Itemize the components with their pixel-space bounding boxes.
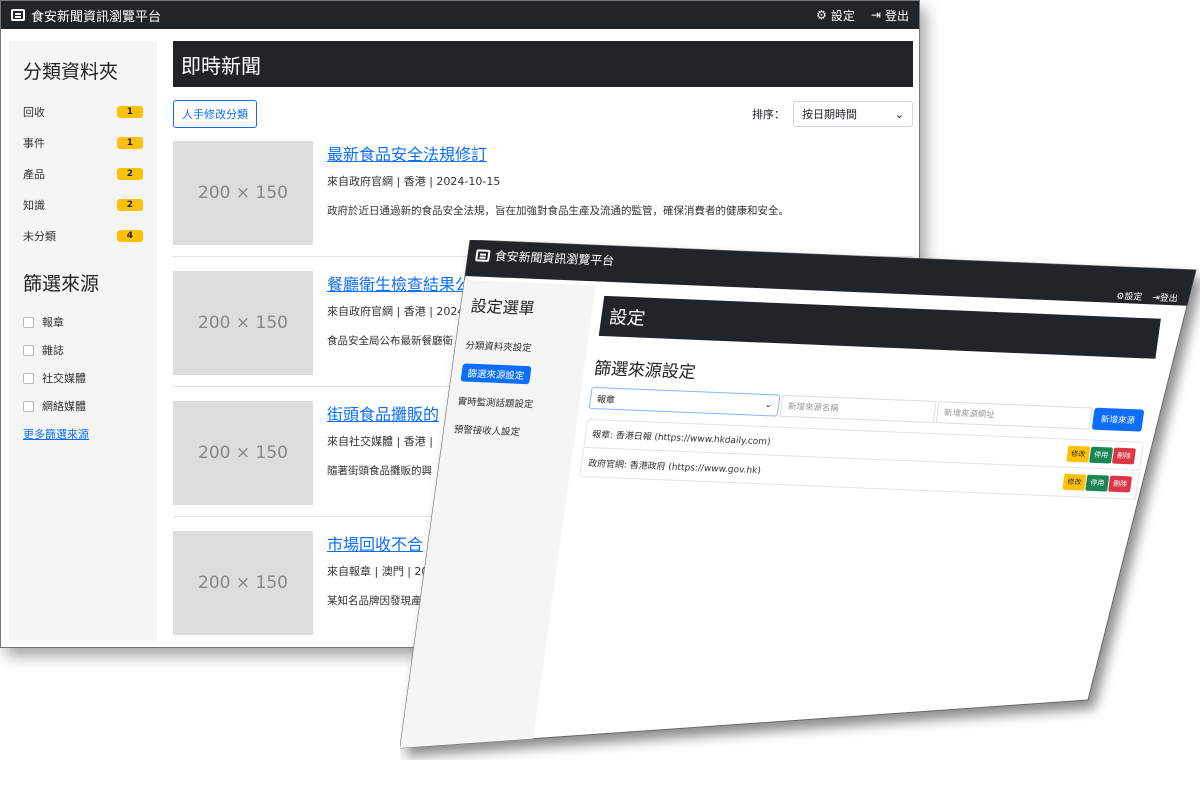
thumbnail-placeholder: 200 × 150 (173, 401, 313, 505)
top-navbar: 食安新聞資訊瀏覽平台 ⚙ 設定 ⇥ 登出 (1, 1, 919, 29)
source-list: 報章: 香港日報 (https://www.hkdaily.com) 修改 停用… (579, 418, 1144, 500)
gear-icon: ⚙ (816, 8, 827, 22)
settings-link[interactable]: ⚙設定 (1116, 289, 1144, 303)
logout-link[interactable]: ⇥ 登出 (871, 7, 909, 24)
disable-button[interactable]: 停用 (1089, 446, 1114, 464)
source-checkbox[interactable]: 雜誌 (23, 336, 143, 364)
newspaper-icon (11, 9, 25, 21)
folder-item[interactable]: 事件 1 (23, 127, 143, 158)
settings-link[interactable]: ⚙ 設定 (816, 7, 855, 24)
sidebar-item-label: 篩選來源設定 (460, 363, 532, 385)
logout-label: 登出 (884, 8, 909, 23)
source-label: 社交媒體 (42, 372, 86, 385)
settings-label: 設定 (1123, 292, 1143, 303)
sidebar-item-label: 實時監測話題設定 (456, 396, 534, 411)
disable-button[interactable]: 停用 (1085, 474, 1110, 492)
source-url-input[interactable]: 新增來源網址 (935, 401, 1093, 430)
source-label: 雜誌 (42, 344, 64, 357)
chevron-down-icon: ⌄ (894, 107, 904, 121)
sort-value: 按日期時間 (802, 108, 857, 121)
folder-label: 知識 (23, 198, 45, 212)
delete-button[interactable]: 刪除 (1108, 475, 1133, 493)
thumbnail-placeholder: 200 × 150 (173, 531, 313, 635)
source-label: 網絡媒體 (42, 400, 86, 413)
sidebar-item-source-settings[interactable]: 篩選來源設定 (460, 358, 575, 391)
folder-item[interactable]: 產品 2 (23, 158, 143, 189)
news-title-link[interactable]: 最新食品安全法規修訂 (327, 141, 789, 165)
count-badge: 2 (116, 198, 143, 211)
sidebar-item-monitor-settings[interactable]: 實時監測話題設定 (456, 386, 571, 419)
checkbox[interactable] (23, 400, 34, 412)
brand[interactable]: 食安新聞資訊瀏覽平台 (11, 6, 161, 25)
thumbnail-placeholder: 200 × 150 (173, 141, 313, 245)
source-type-select[interactable]: 報章 ⌄ (588, 386, 781, 417)
count-badge: 2 (116, 167, 143, 180)
folder-label: 未分類 (23, 229, 56, 243)
sources-heading: 篩選來源 (23, 273, 100, 295)
folder-label: 產品 (23, 167, 45, 181)
source-checkbox[interactable]: 網絡媒體 (23, 392, 143, 420)
thumbnail-placeholder: 200 × 150 (173, 271, 313, 375)
count-badge: 1 (116, 136, 143, 149)
logout-label: 登出 (1158, 293, 1179, 305)
page-title: 即時新聞 (173, 41, 913, 87)
edit-button[interactable]: 修改 (1062, 473, 1087, 491)
source-text: 報章: 香港日報 (https://www.hkdaily.com) (591, 430, 772, 448)
folder-item[interactable]: 回收 1 (23, 96, 143, 127)
settings-main: 設定 篩選來源設定 報章 ⌄ 新增來源名稱 新增來源網址 新增來源 報章: 香港… (579, 295, 1161, 500)
checkbox[interactable] (23, 372, 34, 384)
settings-window: 食安新聞資訊瀏覽平台 ⚙設定 ⇥登出 設定選單 分類資料夾設定 篩選來源設定 實… (400, 240, 1196, 748)
news-meta: 來自政府官網 | 香港 | 2024-10-15 (327, 175, 501, 188)
source-label: 報章 (42, 316, 64, 329)
source-text: 政府官網: 香港政府 (https://www.gov.hk) (587, 458, 762, 476)
settings-menu-heading: 設定選單 (469, 296, 536, 319)
news-description: 政府於近日通過新的食品安全法規，旨在加強對食品生產及流通的監管，確保消費者的健康… (327, 205, 789, 217)
brand-title: 食安新聞資訊瀏覽平台 (31, 9, 162, 25)
folder-item[interactable]: 知識 2 (23, 189, 143, 220)
newspaper-icon (475, 248, 491, 262)
chevron-down-icon: ⌄ (763, 400, 773, 411)
source-checkbox[interactable]: 社交媒體 (23, 364, 143, 392)
sidebar-item-label: 預警接收人設定 (453, 424, 521, 439)
count-badge: 1 (116, 105, 143, 118)
folder-label: 回收 (23, 105, 45, 119)
folder-item[interactable]: 未分類 4 (23, 220, 143, 251)
settings-brand[interactable]: 食安新聞資訊瀏覽平台 (475, 246, 616, 269)
settings-brand-title: 食安新聞資訊瀏覽平台 (493, 249, 616, 269)
checkbox[interactable] (23, 344, 34, 356)
sidebar: 分類資料夾 回收 1 事件 1 產品 2 知識 2 未分類 4 篩選來源 報章 雜誌 社交… (9, 41, 157, 641)
folders-heading: 分類資料夾 (23, 61, 119, 83)
sort-label: 排序： (752, 108, 785, 121)
delete-button[interactable]: 刪除 (1111, 447, 1137, 464)
add-source-button[interactable]: 新增來源 (1091, 407, 1145, 432)
settings-label: 設定 (830, 8, 855, 23)
folder-label: 事件 (23, 136, 45, 150)
source-name-input[interactable]: 新增來源名稱 (779, 394, 937, 424)
news-item: 200 × 150 最新食品安全法規修訂 來自政府官網 | 香港 | 2024-… (173, 127, 913, 257)
logout-icon: ⇥ (870, 8, 881, 22)
sidebar-item-label: 分類資料夾設定 (464, 340, 533, 355)
logout-link[interactable]: ⇥登出 (1151, 290, 1178, 304)
checkbox[interactable] (23, 316, 34, 328)
page-title: 設定 (598, 295, 1161, 359)
edit-button[interactable]: 修改 (1066, 445, 1091, 463)
count-badge: 4 (116, 229, 143, 242)
manual-classify-button[interactable]: 人手修改分類 (173, 100, 257, 128)
sidebar-item-folder-settings[interactable]: 分類資料夾設定 (464, 330, 579, 363)
source-checkbox[interactable]: 報章 (23, 308, 143, 336)
sort-select[interactable]: 按日期時間 ⌄ (793, 101, 913, 127)
source-type-value: 報章 (596, 394, 616, 406)
more-sources-link[interactable]: 更多篩選來源 (23, 426, 143, 442)
sidebar-item-alert-settings[interactable]: 預警接收人設定 (452, 414, 567, 447)
